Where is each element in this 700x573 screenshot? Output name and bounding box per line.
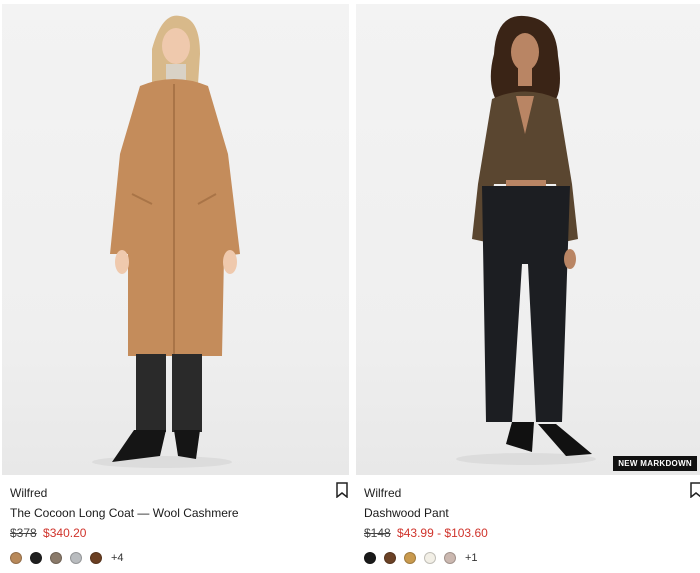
color-swatches: +1 [364,552,478,564]
model-in-black-pants-icon [456,15,596,465]
original-price: $148 [364,526,391,540]
swatch-cream[interactable] [424,552,436,564]
product-brand: Wilfred [364,486,402,500]
sale-price: $43.99 - $103.60 [397,526,488,540]
product-name-link[interactable]: Dashwood Pant [364,506,449,520]
bookmark-icon[interactable] [689,482,700,498]
product-prices: $378 $340.20 [10,526,86,540]
more-colors[interactable]: +4 [111,552,124,564]
color-swatches: +4 [10,552,124,564]
product-image-cocoon-coat[interactable] [2,4,349,475]
product-card[interactable]: Wilfred The Cocoon Long Coat — Wool Cash… [2,0,349,573]
more-colors[interactable]: +1 [465,552,478,564]
swatch-gold[interactable] [404,552,416,564]
swatch-black[interactable] [30,552,42,564]
bookmark-icon[interactable] [335,482,349,498]
original-price: $378 [10,526,37,540]
swatch-grey[interactable] [70,552,82,564]
product-name-link[interactable]: The Cocoon Long Coat — Wool Cashmere [10,506,239,520]
product-brand: Wilfred [10,486,48,500]
product-prices: $148 $43.99 - $103.60 [364,526,488,540]
swatch-camel[interactable] [10,552,22,564]
swatch-brown[interactable] [384,552,396,564]
swatch-black[interactable] [364,552,376,564]
swatch-taupe[interactable] [50,552,62,564]
markdown-badge: NEW MARKDOWN [613,456,697,471]
product-card[interactable]: NEW MARKDOWN Wilfred Dashwood Pant $148 … [356,0,700,573]
model-in-camel-coat-icon [92,15,240,468]
swatch-blush[interactable] [444,552,456,564]
product-image-dashwood-pant[interactable]: NEW MARKDOWN [356,4,700,475]
sale-price: $340.20 [43,526,87,540]
swatch-brown[interactable] [90,552,102,564]
